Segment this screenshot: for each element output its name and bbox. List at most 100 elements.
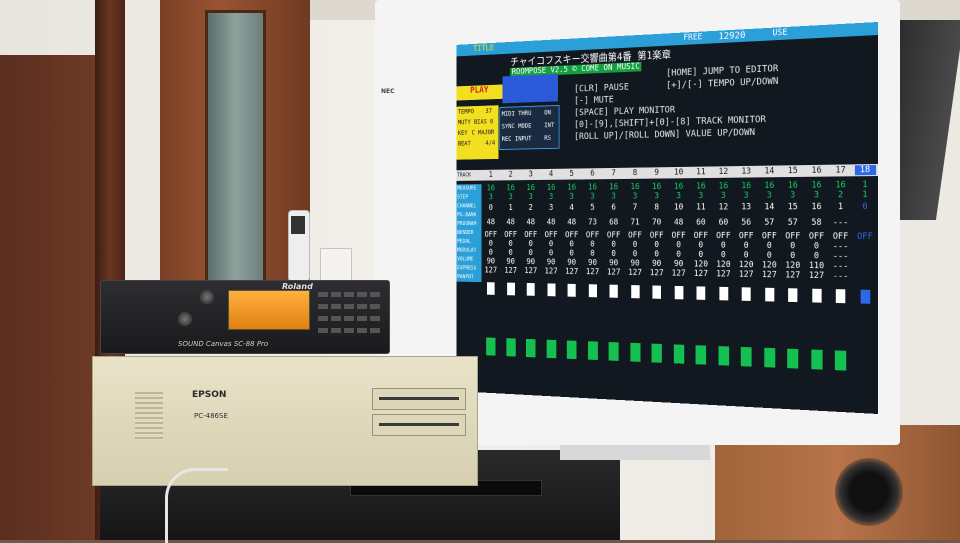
roland-brand: Roland <box>282 282 313 291</box>
track-ch: 15 <box>783 202 803 212</box>
epson-model: PC-486SE <box>194 412 228 420</box>
track-mod: 0 <box>583 249 601 258</box>
track-step: 3 <box>647 192 666 202</box>
intercom-screen <box>291 216 305 234</box>
activity-meter <box>588 341 598 360</box>
track-prog: 48 <box>482 218 499 227</box>
track-ch: 5 <box>583 203 601 212</box>
roland-panel-button <box>357 292 367 297</box>
bias-value: 0 <box>490 118 493 125</box>
track-expr: 127 <box>647 269 666 279</box>
level-indicator <box>674 286 683 299</box>
free-tag: FREE <box>683 32 702 42</box>
track-pedal: 0 <box>714 241 734 251</box>
track-step: 3 <box>542 192 560 201</box>
epson-brand: EPSON <box>192 390 226 400</box>
track-measure: 16 <box>583 183 601 192</box>
track-number: 18 <box>854 165 875 175</box>
row-label: BENDER <box>456 229 481 238</box>
track-bend: OFF <box>502 231 519 240</box>
track-pedal: 0 <box>626 240 645 249</box>
cmd-play-monitor: [SPACE] PLAY MONITOR <box>574 105 675 118</box>
level-indicator <box>588 284 596 297</box>
speaker-woofer <box>835 458 903 526</box>
track-ch: 8 <box>647 203 666 212</box>
track-prog: --- <box>830 218 851 228</box>
track-prog: 48 <box>669 218 688 227</box>
track-pedal: --- <box>830 242 851 252</box>
title-tag: TITLE <box>473 44 494 54</box>
activity-meter <box>567 340 577 359</box>
track-expr: 127 <box>736 270 756 280</box>
track-mod: 0 <box>691 250 710 260</box>
activity-meter <box>526 339 536 357</box>
track-bend: OFF <box>691 231 710 241</box>
track-step: 3 <box>783 191 803 201</box>
track-mod: 0 <box>626 250 645 260</box>
track-bend: OFF <box>830 232 851 242</box>
activity-meter <box>696 345 707 364</box>
track-number: 3 <box>522 170 539 179</box>
key-label: KEY <box>458 129 468 136</box>
track-pedal: 0 <box>542 240 560 249</box>
track-step: 3 <box>502 193 519 202</box>
level-indicator <box>696 286 705 300</box>
track-vol: 110 <box>806 261 827 271</box>
track-vol: 90 <box>583 258 601 267</box>
track-number: 14 <box>759 166 779 176</box>
track-expr: 127 <box>783 271 803 281</box>
track-prog: 71 <box>626 218 645 227</box>
track-vol: 90 <box>647 259 666 269</box>
track-bend: OFF <box>783 232 803 242</box>
activity-meter <box>630 343 640 362</box>
track-measure: 1 <box>854 180 875 190</box>
activity-meter <box>652 344 662 363</box>
track-pedal: 0 <box>647 240 666 250</box>
track-mod: 0 <box>522 249 539 258</box>
track-ch: 12 <box>714 203 734 213</box>
level-indicator <box>507 283 515 296</box>
monitor-screen: TITLE FREE 12920 USE チャイコフスキー交響曲第4番 第1楽章… <box>456 22 878 414</box>
key-value: C MAJOR <box>472 129 495 137</box>
roland-panel-button <box>370 292 380 297</box>
row-label: MEASURE <box>456 184 481 193</box>
track-measure: 16 <box>522 184 539 193</box>
track-step: 3 <box>604 192 622 201</box>
roland-panel-button <box>331 304 341 309</box>
row-label: VOLUME <box>456 255 481 264</box>
activity-meter <box>718 346 729 366</box>
roland-panel-button <box>318 304 328 309</box>
track-measure: 16 <box>714 182 734 192</box>
roland-panel-button <box>318 292 328 297</box>
track-ch: 11 <box>691 203 710 213</box>
tempo-value: 37 <box>485 107 492 114</box>
track-expr: 127 <box>669 269 688 279</box>
row-label: PANPOT <box>456 273 481 282</box>
track-number: 4 <box>542 170 560 179</box>
level-indicator <box>527 283 535 296</box>
track-expr: 127 <box>714 270 734 280</box>
track-number: 5 <box>563 169 581 178</box>
track-vol: 90 <box>604 259 622 269</box>
level-indicator <box>860 290 870 304</box>
roland-panel-button <box>331 328 341 333</box>
mode-box <box>502 74 557 103</box>
track-expr: 127 <box>759 270 779 280</box>
roland-volume-knob <box>200 290 214 304</box>
cmd-tempo-updown: [+]/[-] TEMPO UP/DOWN <box>666 76 778 91</box>
track-vol: 120 <box>691 260 710 270</box>
activity-meter <box>506 338 515 356</box>
track-mod: 0 <box>647 250 666 260</box>
track-prog: 48 <box>563 218 581 227</box>
track-measure: 16 <box>759 181 779 191</box>
level-indicator <box>547 283 555 296</box>
midi-panel: MIDI THRU ON SYNC MODE INT REC INPUT RS <box>499 105 559 150</box>
tempo-label: TEMPO <box>458 108 474 116</box>
track-prog: 57 <box>783 218 803 228</box>
track-ch: 2 <box>522 204 539 213</box>
track-expr: 127 <box>542 267 560 276</box>
track-prog: 60 <box>714 218 734 228</box>
track-number: 13 <box>736 167 756 177</box>
roland-panel-button <box>357 328 367 333</box>
track-bend: OFF <box>626 231 645 240</box>
